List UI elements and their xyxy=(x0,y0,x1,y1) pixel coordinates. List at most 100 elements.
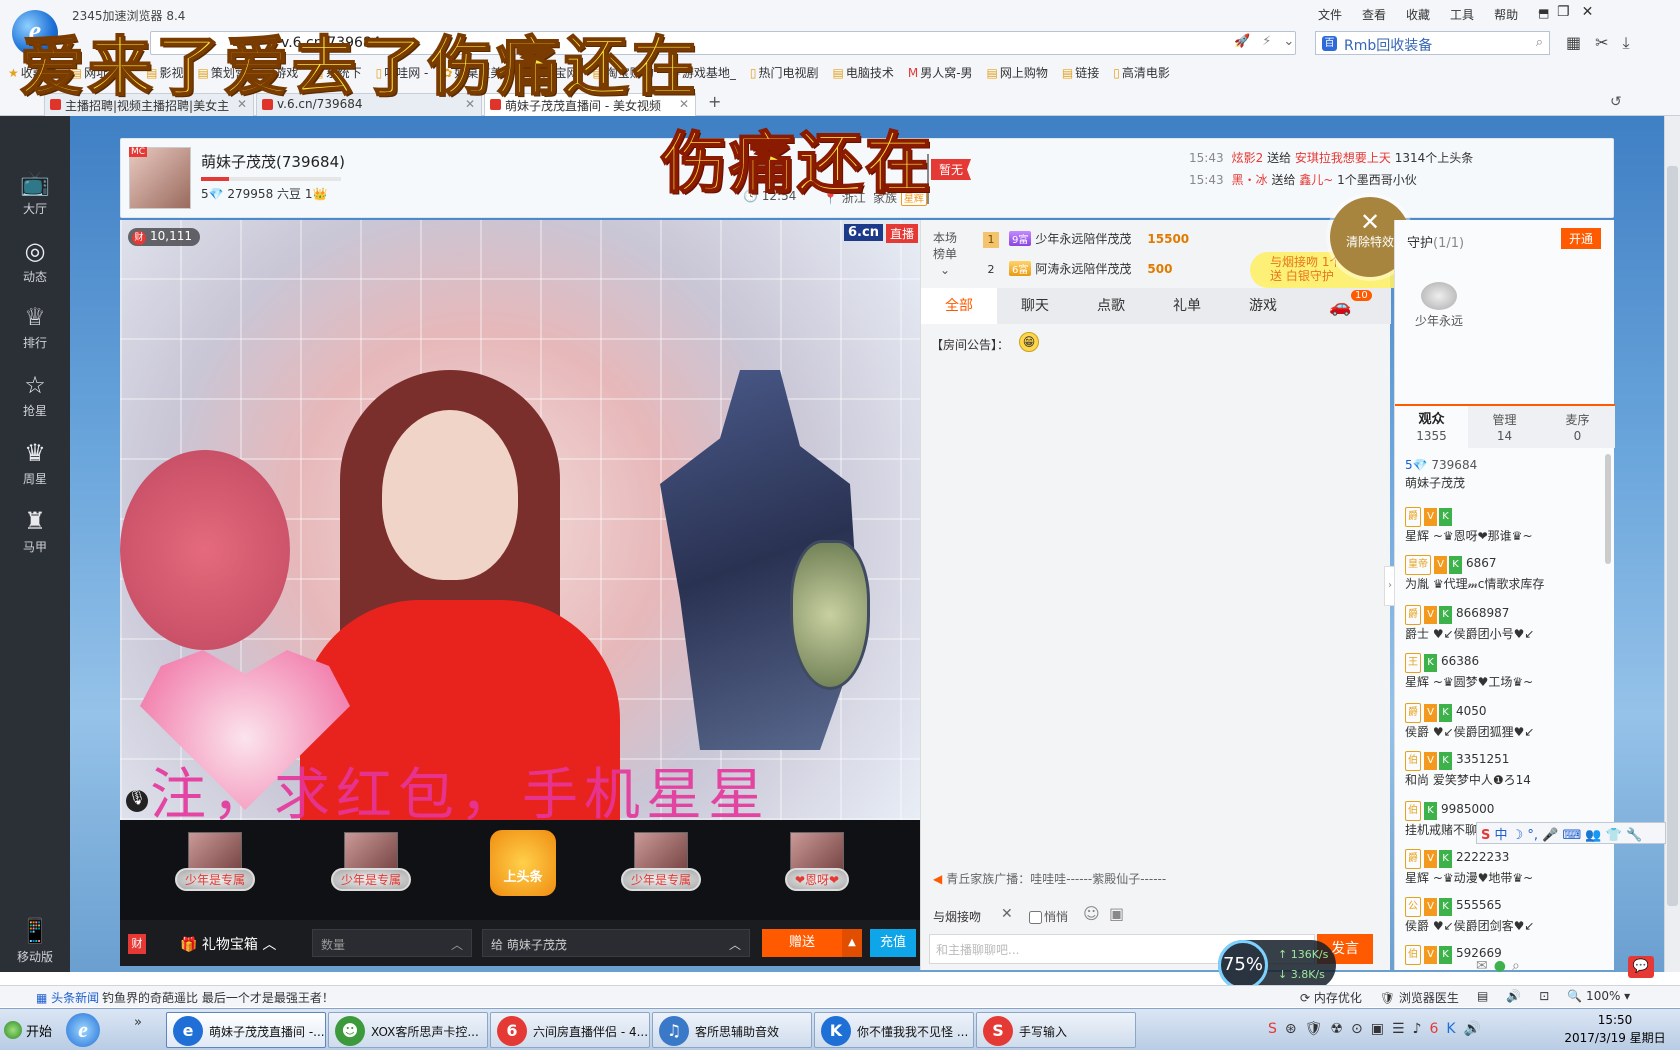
compat-icon[interactable]: ▤ xyxy=(1477,989,1488,1006)
taskbar-item[interactable]: S 手写输入 xyxy=(976,1012,1136,1048)
headline-news-text[interactable]: 钓鱼界的奇葩遥比 最后一个才是最强王者！ xyxy=(102,989,334,1006)
audience-item[interactable]: 王 K 66386 星辉 ~♛圆梦♥工场♛~ xyxy=(1405,652,1605,691)
recharge-button[interactable]: 充值 xyxy=(870,929,916,957)
tray-icon[interactable]: 🛡 xyxy=(1305,1021,1323,1037)
taskbar-item[interactable]: ☻ XOX客所思声卡控... xyxy=(328,1012,488,1048)
headline-gift-button[interactable]: 上头条 xyxy=(490,830,556,896)
audience-item[interactable]: 公 V K 555565 侯爵 ♥↙侯爵团剑客♥↙ xyxy=(1405,896,1605,935)
tray-icon[interactable]: 6 xyxy=(1429,1021,1438,1037)
taskbar-item[interactable]: ♫ 客所思辅助音效 xyxy=(652,1012,812,1048)
tray-icon[interactable]: ☢ xyxy=(1330,1021,1343,1037)
bookmark-item[interactable]: ▤ 电脑技术 xyxy=(832,64,893,84)
car-icon[interactable]: 🚗 xyxy=(1329,296,1351,317)
gift-item[interactable]: 少年是专属 xyxy=(170,832,260,891)
audience-item[interactable]: 伯 V K 3351251 和尚 爱笑梦中人❶ろ14 xyxy=(1405,750,1605,789)
network-speed-widget[interactable]: 75% ↑ 136K/s ↓ 3.8K/s xyxy=(1218,940,1336,990)
send-options-button[interactable]: ▲ xyxy=(842,929,862,957)
menu-tools[interactable]: 工具 xyxy=(1450,6,1474,23)
rank-label[interactable]: 本场 榜单 ⌄ xyxy=(933,230,957,278)
headline-news-label[interactable]: ▦ 头条新闻 xyxy=(36,989,99,1006)
recipient-select[interactable]: 给 萌妹子茂茂 ︿ xyxy=(482,929,750,957)
tray-icon[interactable]: ⊙ xyxy=(1351,1021,1363,1037)
tab-all[interactable]: 全部 xyxy=(921,288,997,324)
mic-icon[interactable]: 🎙 xyxy=(126,790,148,812)
lightning-icon[interactable]: ⚡ xyxy=(1262,34,1271,49)
scissors-icon[interactable]: ✂ xyxy=(1595,33,1608,53)
bookmark-item[interactable]: ▤ 网上购物 xyxy=(987,64,1048,84)
open-guard-button[interactable]: 开通 xyxy=(1561,228,1602,249)
audience-scrollbar[interactable] xyxy=(1605,454,1611,564)
browser-doctor-button[interactable]: 🛡 浏览器医生 xyxy=(1380,989,1459,1006)
minimize-button[interactable]: – xyxy=(1538,4,1545,20)
taskbar-item[interactable]: K 你不懂我我不见怪 ... xyxy=(814,1012,974,1048)
taskbar-item[interactable]: 6 六间房直播伴侣 - 4.... xyxy=(490,1012,650,1048)
start-button[interactable]: 开始 xyxy=(2,1015,56,1045)
download-icon[interactable]: ⤓ xyxy=(1623,33,1630,53)
close-icon[interactable]: ✕ xyxy=(1001,906,1013,922)
audience-item[interactable]: 爵 V K 4050 侯爵 ♥↙侯爵团狐狸♥↙ xyxy=(1405,702,1605,741)
menu-file[interactable]: 文件 xyxy=(1318,6,1342,23)
guard-user[interactable]: 少年永远 xyxy=(1415,282,1463,329)
audience-item[interactable]: 5💎 739684 萌妹子茂茂 xyxy=(1405,456,1605,492)
restore-icon[interactable]: ↺ xyxy=(1610,94,1622,110)
gift-box-button[interactable]: 🎁 礼物宝箱 ︿ xyxy=(180,934,276,954)
gift-item[interactable]: ❤恩呀❤ xyxy=(772,832,862,891)
rocket-icon[interactable]: 🚀 xyxy=(1234,34,1250,49)
apps-icon[interactable]: ▦ xyxy=(1566,33,1581,53)
emoji-icon[interactable]: ☺ xyxy=(1083,904,1100,923)
new-tab-button[interactable]: + xyxy=(708,92,721,111)
quicklaunch-more[interactable]: » xyxy=(134,1015,142,1030)
chevron-up-icon[interactable]: ︿ xyxy=(729,936,741,953)
wealth-button[interactable]: 财 xyxy=(128,934,146,954)
ie-quicklaunch-icon[interactable]: e xyxy=(66,1013,100,1047)
tab-audience[interactable]: 观众 1355 xyxy=(1395,406,1468,448)
audience-item[interactable]: 爵 V K 2222233 星辉 ~♛动漫♥地带♛~ xyxy=(1405,848,1605,887)
nav-hall[interactable]: 📺 大厅 xyxy=(0,158,70,224)
search-icon[interactable]: ⌕ xyxy=(1536,35,1543,50)
tray-icon[interactable]: S xyxy=(1268,1021,1277,1037)
sogou-icon[interactable]: S xyxy=(1481,828,1490,843)
nav-grab-star[interactable]: ☆ 抢星 xyxy=(0,360,70,426)
system-clock[interactable]: 15:50 2017/3/19 星期日 xyxy=(1556,1011,1674,1047)
image-icon[interactable]: ▣ xyxy=(1109,904,1124,923)
rank-row[interactable]: 2 6富 阿涛永远陪伴茂茂 500 xyxy=(983,260,1172,278)
maximize-button[interactable]: ❐ xyxy=(1557,4,1570,20)
menu-favorites[interactable]: 收藏 xyxy=(1406,6,1430,23)
tray-icon[interactable]: ☰ xyxy=(1392,1021,1405,1037)
memory-optimize-button[interactable]: ⟳ 内存优化 xyxy=(1300,989,1362,1006)
zoom-control[interactable]: 🔍 100% ▾ xyxy=(1567,989,1630,1006)
volume-icon[interactable]: 🔊 xyxy=(1506,989,1521,1006)
bookmark-item[interactable]: ▯ 高清电影 xyxy=(1113,64,1170,84)
taskbar-item[interactable]: e 萌妹子茂茂直播间 -... xyxy=(166,1012,326,1048)
audience-item[interactable]: 爵 V K 星辉 ~♛恩呀❤那谁♛~ xyxy=(1405,506,1605,545)
tray-icon[interactable]: ♪ xyxy=(1413,1021,1422,1037)
gift-item[interactable]: 少年是专属 xyxy=(616,832,706,891)
menu-help[interactable]: 帮助 xyxy=(1494,6,1518,23)
zoom-icon[interactable]: ⌕ xyxy=(1512,958,1520,974)
ime-toolbar[interactable]: S 中 ☽ °, 🎤 ⌨ 👥 👕 🔧 xyxy=(1476,822,1666,844)
chat-target[interactable]: 与烟接吻 xyxy=(933,908,981,925)
fullscreen-icon[interactable]: ⊡ xyxy=(1539,989,1549,1006)
rank-row[interactable]: 1 9富 少年永远陪伴茂茂 15500 xyxy=(983,230,1189,248)
audience-item[interactable]: 爵 V K 8668987 爵士 ♥↙侯爵团小号♥↙ xyxy=(1405,604,1605,643)
chevron-up-icon[interactable]: ︿ xyxy=(451,936,463,953)
nav-mobile[interactable]: 📱 移动版 xyxy=(0,906,70,972)
check-icon[interactable]: ● xyxy=(1494,958,1506,974)
chevron-down-icon[interactable]: ⌄ xyxy=(1283,34,1294,49)
page-scrollbar[interactable] xyxy=(1664,116,1680,972)
search-box[interactable]: 百 Rmb回收装备 ⌕ xyxy=(1315,31,1550,55)
tray-icon[interactable]: ⊛ xyxy=(1285,1021,1297,1037)
gift-item[interactable]: 少年是专属 xyxy=(326,832,416,891)
bookmark-item[interactable]: ▯ 热门电视剧 xyxy=(750,64,819,84)
search-engine-icon[interactable]: 百 xyxy=(1322,36,1337,51)
tab-games[interactable]: 游戏 xyxy=(1225,288,1301,324)
quantity-input[interactable]: 数量 ︿ xyxy=(312,929,472,957)
close-button[interactable]: ✕ xyxy=(1582,4,1594,20)
mail-icon[interactable]: ✉ xyxy=(1476,958,1488,974)
search-input[interactable]: Rmb回收装备 xyxy=(1344,35,1432,55)
tray-icon[interactable]: K xyxy=(1446,1021,1455,1037)
chevron-down-icon[interactable]: ⌄ xyxy=(940,263,950,277)
tab-song-request[interactable]: 点歌 xyxy=(1073,288,1149,324)
tab-mic-queue[interactable]: 麦序 0 xyxy=(1541,406,1614,448)
send-gift-button[interactable]: 赠送 xyxy=(762,929,842,957)
